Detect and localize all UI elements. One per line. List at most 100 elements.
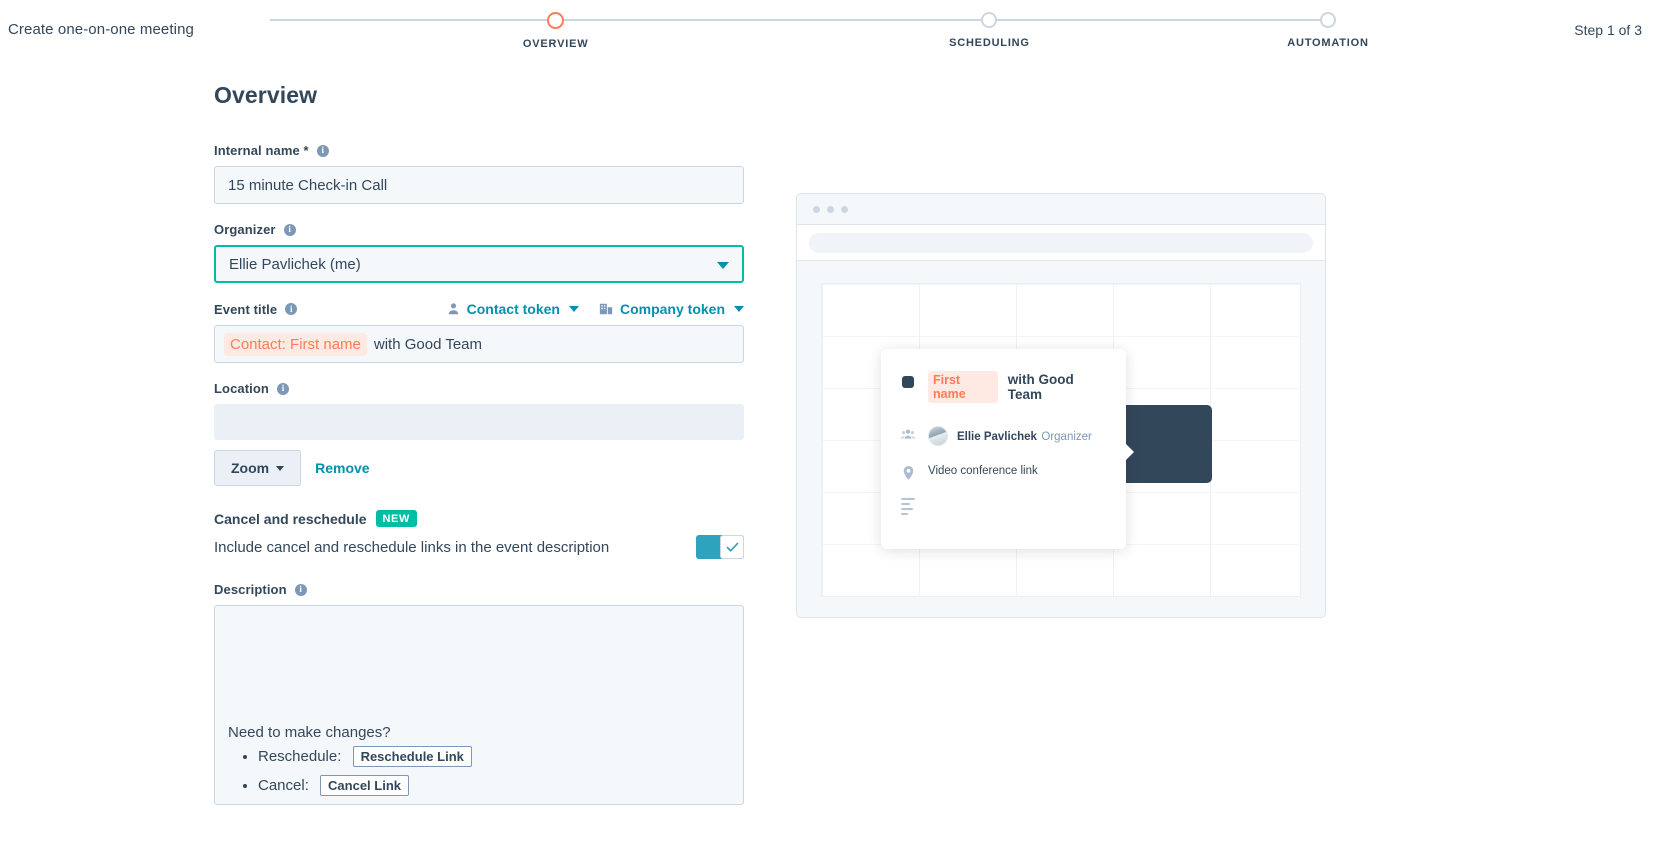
internal-name-label-row: Internal name * i [214, 142, 744, 159]
step-overview-dot [547, 12, 565, 29]
toggle-knob [720, 535, 744, 559]
company-icon [599, 302, 613, 316]
step-automation[interactable]: AUTOMATION [1238, 12, 1418, 49]
location-label-row: Location i [214, 380, 744, 397]
popover-attendees-row: Ellie Pavlichek Organizer [901, 426, 1106, 446]
preview-calendar-grid: First name with Good Team Ellie Pavliche… [821, 283, 1301, 597]
popover-organizer: Ellie Pavlichek Organizer [928, 426, 1092, 446]
preview-url-bar [797, 225, 1325, 261]
reschedule-prefix: Reschedule: [258, 748, 342, 765]
cancel-link-token[interactable]: Cancel Link [320, 775, 409, 796]
info-icon[interactable]: i [276, 382, 289, 395]
step-counter: Step 1 of 3 [1574, 22, 1642, 38]
popover-title: First name with Good Team [928, 371, 1106, 403]
description-heading: Need to make changes? [228, 724, 391, 741]
step-scheduling-dot [981, 12, 998, 28]
cancel-reschedule-section: Cancel and reschedule NEW Include cancel… [214, 510, 744, 559]
meeting-preview-panel: First name with Good Team Ellie Pavliche… [796, 193, 1326, 618]
description-list: Reschedule: Reschedule Link Cancel: Canc… [258, 746, 730, 796]
event-title-label: Event title [214, 301, 278, 317]
reschedule-link-token[interactable]: Reschedule Link [352, 746, 472, 767]
popover-title-row: First name with Good Team [901, 371, 1106, 403]
event-title-label-row: Event title i Contact token Company toke… [214, 300, 744, 318]
person-icon [447, 302, 460, 316]
cancel-reschedule-title: Cancel and reschedule [214, 510, 367, 527]
info-icon[interactable]: i [285, 303, 298, 315]
window-dot-icon [813, 205, 820, 213]
chevron-down-icon [276, 465, 285, 471]
description-label: Description [214, 582, 287, 597]
organizer-label-row: Organizer i [214, 221, 744, 238]
company-token-label: Company token [619, 301, 725, 317]
internal-name-field: Internal name * i 15 minute Check-in Cal… [214, 142, 744, 204]
company-token-button[interactable]: Company token [599, 301, 744, 317]
chevron-down-icon [734, 306, 744, 312]
organizer-name: Ellie Pavlichek [957, 430, 1037, 443]
location-pin-icon [901, 464, 915, 480]
organizer-field: Organizer i Ellie Pavlichek (me) [214, 221, 744, 283]
description-lines-icon [901, 496, 915, 518]
cancel-reschedule-row: Include cancel and reschedule links in t… [214, 535, 744, 559]
top-bar: Create one-on-one meeting OVERVIEW SCHED… [0, 0, 1658, 62]
chevron-down-icon [717, 262, 729, 269]
event-title-rest-text: with Good Team [373, 335, 483, 353]
overview-form: Overview Internal name * i 15 minute Che… [214, 82, 744, 822]
first-name-token: First name [928, 371, 998, 403]
stepper-track [270, 19, 1328, 21]
popover-title-rest: with Good Team [1007, 372, 1074, 402]
list-item: Cancel: Cancel Link [258, 775, 730, 796]
wizard-title: Create one-on-one meeting [8, 21, 194, 38]
step-overview-label: OVERVIEW [522, 38, 589, 50]
window-dot-icon [841, 205, 848, 213]
cancel-reschedule-toggle[interactable] [696, 535, 744, 559]
step-scheduling-label: SCHEDULING [949, 37, 1030, 49]
event-color-icon [901, 371, 915, 388]
popover-organizer-text: Ellie Pavlichek Organizer [957, 427, 1092, 446]
preview-url-placeholder [809, 232, 1313, 253]
internal-name-label: Internal name * [214, 143, 309, 158]
description-content: Need to make changes? Reschedule: Resche… [228, 724, 730, 804]
info-icon[interactable]: i [316, 144, 329, 157]
window-dot-icon [827, 205, 834, 213]
step-automation-label: AUTOMATION [1287, 37, 1369, 49]
description-label-row: Description i [214, 581, 744, 598]
popover-location-row: Video conference link [901, 464, 1106, 480]
zoom-provider-button[interactable]: Zoom [214, 450, 302, 486]
chevron-down-icon [568, 306, 579, 312]
preview-body: First name with Good Team Ellie Pavliche… [797, 261, 1325, 617]
event-title-input[interactable]: Contact: First name with Good Team [214, 325, 744, 363]
step-automation-dot [1320, 12, 1336, 28]
organizer-role: Organizer [1041, 430, 1092, 443]
location-field: Location i Zoom Remove [214, 380, 744, 486]
remove-location-button[interactable]: Remove [315, 460, 369, 476]
list-item: Reschedule: Reschedule Link [258, 746, 730, 767]
popover-location-text: Video conference link [928, 465, 1038, 477]
contact-token-label: Contact token [466, 301, 560, 317]
location-input[interactable] [214, 404, 744, 440]
zoom-provider-label: Zoom [231, 460, 270, 476]
cancel-reschedule-header: Cancel and reschedule NEW [214, 510, 744, 527]
description-field: Description i Need to make changes? Resc… [214, 581, 744, 805]
check-icon [726, 542, 738, 552]
step-overview[interactable]: OVERVIEW [466, 12, 646, 50]
new-badge: NEW [375, 510, 417, 527]
description-editor[interactable]: Need to make changes? Reschedule: Resche… [214, 605, 744, 805]
info-icon[interactable]: i [294, 583, 307, 596]
event-title-field: Event title i Contact token Company toke… [214, 300, 744, 363]
organizer-label: Organizer [214, 222, 276, 237]
contact-first-name-token[interactable]: Contact: First name [224, 332, 367, 356]
internal-name-input[interactable]: 15 minute Check-in Call [214, 166, 744, 204]
info-icon[interactable]: i [283, 223, 296, 236]
cancel-reschedule-description: Include cancel and reschedule links in t… [214, 538, 610, 556]
cancel-prefix: Cancel: [258, 777, 309, 794]
preview-browser-chrome [797, 194, 1325, 225]
contact-token-button[interactable]: Contact token [447, 301, 579, 317]
step-scheduling[interactable]: SCHEDULING [899, 12, 1079, 49]
popover-description-row [901, 496, 1106, 518]
location-actions: Zoom Remove [214, 450, 744, 486]
people-icon [901, 426, 915, 440]
wizard-stepper: OVERVIEW SCHEDULING AUTOMATION [270, 12, 1368, 52]
organizer-select[interactable]: Ellie Pavlichek (me) [214, 245, 744, 283]
preview-event-popover: First name with Good Team Ellie Pavliche… [881, 349, 1134, 549]
organizer-selected-value: Ellie Pavlichek (me) [229, 255, 361, 273]
